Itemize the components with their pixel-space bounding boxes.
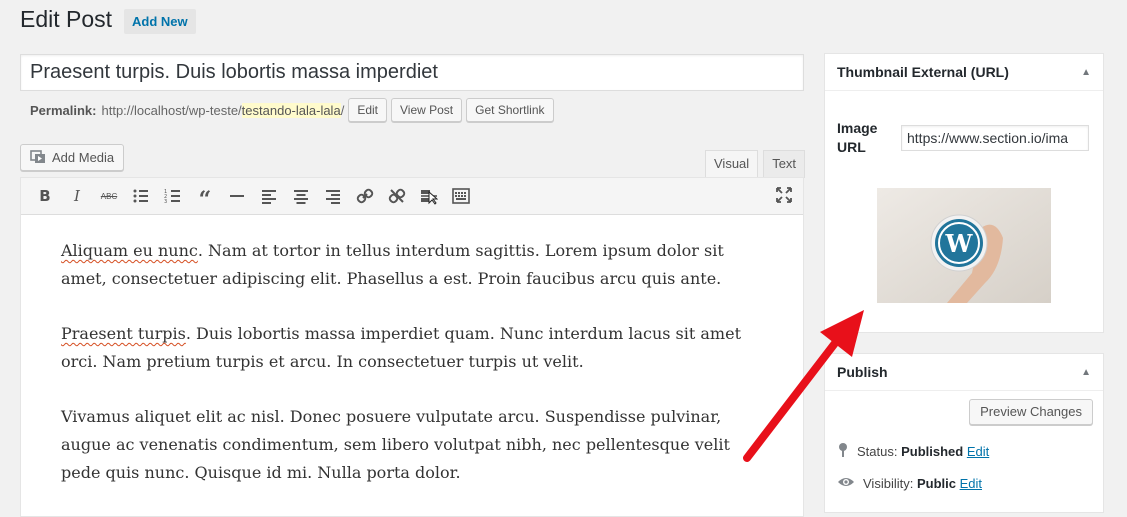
- status-label: Status:: [857, 444, 898, 459]
- blockquote-icon[interactable]: “: [189, 181, 221, 211]
- add-media-button[interactable]: Add Media: [20, 144, 125, 171]
- edit-status-link[interactable]: Edit: [967, 444, 989, 459]
- bullet-list-icon[interactable]: [125, 181, 157, 211]
- collapse-arrow-icon[interactable]: ▲: [1081, 367, 1091, 378]
- visibility-label: Visibility:: [863, 476, 914, 491]
- image-url-label: Image URL: [837, 119, 887, 157]
- paragraph: Praesent turpis. Duis lobortis massa imp…: [61, 320, 741, 376]
- status-value: Published: [901, 444, 964, 459]
- align-center-icon[interactable]: [285, 181, 317, 211]
- eye-icon: [837, 476, 855, 491]
- image-url-input[interactable]: https://www.section.io/ima: [901, 125, 1089, 151]
- status-row: Status: Published Edit: [837, 442, 989, 461]
- link-icon[interactable]: [349, 181, 381, 211]
- publish-box-header[interactable]: Publish ▲: [825, 354, 1103, 391]
- thumbnail-box-title: Thumbnail External (URL): [837, 64, 1009, 80]
- thumbnail-box-header[interactable]: Thumbnail External (URL) ▲: [825, 54, 1103, 91]
- editor-tabs: Visual Text: [700, 150, 806, 178]
- unlink-icon[interactable]: [381, 181, 413, 211]
- paragraph: Aliquam eu nunc. Nam at tortor in tellus…: [61, 237, 741, 293]
- post-title-input[interactable]: Praesent turpis. Duis lobortis massa imp…: [20, 54, 804, 91]
- publish-box: Publish ▲ Preview Changes Status: Publis…: [824, 353, 1104, 513]
- svg-text:W: W: [945, 229, 974, 258]
- get-shortlink-button[interactable]: Get Shortlink: [466, 98, 554, 122]
- collapse-arrow-icon[interactable]: ▲: [1081, 67, 1091, 78]
- pin-icon: [837, 442, 849, 461]
- tab-text[interactable]: Text: [763, 150, 806, 178]
- thumbnail-external-box: Thumbnail External (URL) ▲ Image URL htt…: [824, 53, 1104, 333]
- publish-box-title: Publish: [837, 364, 888, 380]
- add-media-label: Add Media: [52, 149, 115, 165]
- svg-text:3: 3: [164, 199, 167, 205]
- media-icon: [30, 148, 46, 167]
- view-post-button[interactable]: View Post: [391, 98, 463, 122]
- read-more-icon[interactable]: [413, 181, 445, 211]
- preview-changes-button[interactable]: Preview Changes: [969, 399, 1093, 425]
- permalink-slug: testando-lala-lala: [241, 102, 341, 118]
- edit-visibility-link[interactable]: Edit: [960, 476, 982, 491]
- misspelled-word: Aliquam eu nunc: [61, 241, 198, 260]
- paragraph-text: Vivamus aliquet elit ac nisl. Donec posu…: [61, 407, 730, 482]
- permalink-trail: /: [340, 102, 345, 118]
- paragraph: Vivamus aliquet elit ac nisl. Donec posu…: [61, 403, 741, 487]
- permalink-base: http://localhost/wp-teste/: [101, 102, 242, 118]
- visibility-row: Visibility: Public Edit: [837, 476, 982, 491]
- tab-visual[interactable]: Visual: [705, 150, 759, 178]
- align-left-icon[interactable]: [253, 181, 285, 211]
- add-new-button[interactable]: Add New: [124, 9, 196, 34]
- horizontal-line-icon[interactable]: [221, 181, 253, 211]
- numbered-list-icon[interactable]: 123: [157, 181, 189, 211]
- thumbnail-preview-image: W: [877, 188, 1051, 303]
- italic-icon[interactable]: I: [61, 181, 93, 211]
- misspelled-word: Praesent turpis: [61, 324, 186, 343]
- bold-icon[interactable]: B: [29, 181, 61, 211]
- fullscreen-icon[interactable]: [775, 186, 795, 206]
- post-editor: B I ABC 123 “ Aliquam eu nunc. Nam at to…: [20, 177, 804, 517]
- editor-content[interactable]: Aliquam eu nunc. Nam at tortor in tellus…: [21, 215, 803, 487]
- page-title: Edit Post: [20, 6, 113, 32]
- image-url-label-text: Image URL: [837, 120, 878, 155]
- align-right-icon[interactable]: [317, 181, 349, 211]
- permalink-edit-button[interactable]: Edit: [348, 98, 387, 122]
- permalink-label: Permalink:: [30, 102, 97, 118]
- visibility-value: Public: [916, 476, 956, 491]
- editor-toolbar: B I ABC 123 “: [21, 178, 803, 215]
- toolbar-toggle-icon[interactable]: [445, 181, 477, 211]
- permalink-row: Permalink: http://localhost/wp-teste/ te…: [30, 98, 554, 122]
- strikethrough-icon[interactable]: ABC: [93, 181, 125, 211]
